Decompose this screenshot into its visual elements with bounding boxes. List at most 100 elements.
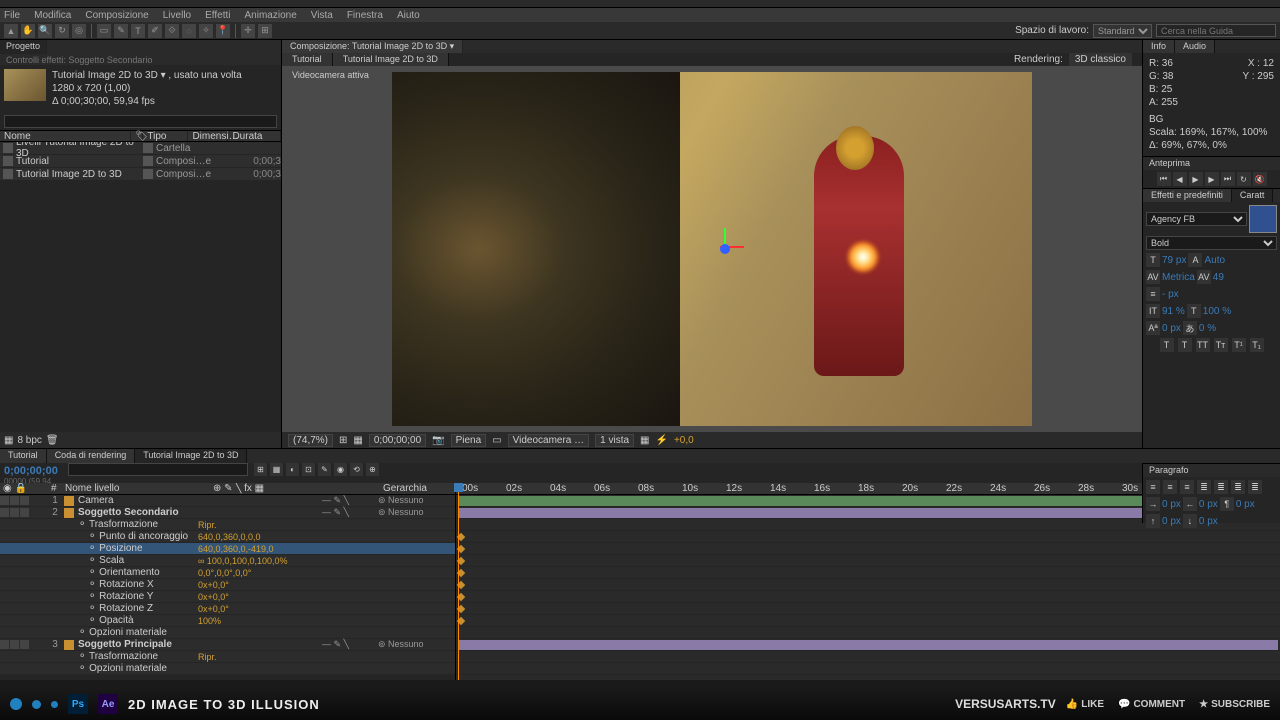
guides-icon[interactable]: ▦ (353, 435, 362, 446)
layer-row[interactable]: ⚬ TrasformazioneRipr. (0, 519, 455, 531)
tl-tool-icon[interactable]: ◉ (334, 463, 347, 476)
layer-row[interactable]: ⚬ Rotazione Y0x+0,0° (0, 591, 455, 603)
project-search[interactable] (4, 115, 277, 128)
clone-tool[interactable]: ⟐ (165, 24, 179, 38)
justify-right-button[interactable]: ≣ (1231, 480, 1245, 494)
snapshot-icon[interactable]: 📷 (432, 435, 444, 446)
track[interactable] (456, 627, 1280, 639)
eraser-tool[interactable]: ◌ (182, 24, 196, 38)
subscript-button[interactable]: T₁ (1250, 338, 1264, 352)
timeline-tab[interactable]: Tutorial (0, 449, 47, 463)
menu-file[interactable]: File (4, 10, 20, 21)
tsume[interactable]: 0 % (1199, 323, 1216, 334)
smallcaps-button[interactable]: Tт (1214, 338, 1228, 352)
tl-tool-icon[interactable]: ✎ (318, 463, 331, 476)
roi-icon[interactable]: ▭ (492, 435, 501, 446)
effects-tab[interactable]: Effetti e predefiniti (1143, 189, 1232, 202)
kerning[interactable]: Metrica (1162, 272, 1195, 283)
tl-tool-icon[interactable]: ⊞ (254, 463, 267, 476)
menu-finestra[interactable]: Finestra (347, 10, 383, 21)
track[interactable] (456, 615, 1280, 627)
tl-tool-icon[interactable]: ⟲ (350, 463, 363, 476)
current-time[interactable]: 0;00;00;00 (4, 465, 64, 477)
views-select[interactable]: 1 vista (595, 434, 634, 447)
track[interactable] (456, 651, 1280, 663)
layer-row[interactable]: 1Camera— ✎ ╲⊚ Nessuno (0, 495, 455, 507)
preview-panel-header[interactable]: Anteprima (1143, 157, 1280, 170)
menu-effetti[interactable]: Effetti (205, 10, 230, 21)
camera-tool[interactable]: ◎ (72, 24, 86, 38)
justify-all-button[interactable]: ≣ (1248, 480, 1262, 494)
layer-row[interactable]: ⚬ Opzioni materiale (0, 627, 455, 639)
track[interactable] (456, 531, 1280, 543)
layer-row[interactable]: ⚬ Punto di ancoraggio640,0,360,0,0,0 (0, 531, 455, 543)
comp-header-tab[interactable]: Composizione: Tutorial Image 2D to 3D ▾ (282, 40, 463, 53)
playhead[interactable] (458, 483, 459, 680)
roto-tool[interactable]: ✧ (199, 24, 213, 38)
like-button[interactable]: 👍 LIKE (1066, 699, 1104, 710)
menu-aiuto[interactable]: Aiuto (397, 10, 420, 21)
paragraph-tab[interactable]: Paragrafo (1143, 464, 1280, 477)
grid-icon[interactable]: ⊞ (339, 435, 347, 446)
baseline[interactable]: 0 px (1162, 323, 1181, 334)
pixel-aspect-icon[interactable]: ▦ (640, 435, 649, 446)
layer-row[interactable]: ⚬ Posizione640,0,360,0,-419,0 (0, 543, 455, 555)
character-tab[interactable]: Caratt (1232, 189, 1274, 202)
audio-tab[interactable]: Audio (1175, 40, 1215, 53)
timeline-tab-active[interactable]: Tutorial Image 2D to 3D (135, 449, 247, 463)
exposure-value[interactable]: +0,0 (674, 435, 694, 446)
preview-viewport[interactable]: Videocamera attiva (282, 66, 1142, 432)
tl-tool-icon[interactable]: ⊕ (366, 463, 379, 476)
col-dim[interactable]: Dimensi… (188, 131, 228, 141)
menu-livello[interactable]: Livello (163, 10, 191, 21)
tl-tool-icon[interactable]: ◐ (286, 463, 299, 476)
layer-row[interactable]: ⚬ Opacità100% (0, 615, 455, 627)
transform-gizmo[interactable] (706, 228, 746, 268)
indent-left[interactable]: 0 px (1162, 499, 1181, 510)
puppet-tool[interactable]: 📍 (216, 24, 230, 38)
track[interactable] (456, 591, 1280, 603)
menu-bar[interactable]: File Modifica Composizione Livello Effet… (0, 8, 1280, 22)
col-name[interactable]: Nome (0, 131, 131, 141)
render-mode[interactable]: 3D classico (1069, 53, 1132, 66)
next-frame-button[interactable]: ▶ (1205, 172, 1219, 186)
brush-tool[interactable]: ✐ (148, 24, 162, 38)
pen-tool[interactable]: ✎ (114, 24, 128, 38)
hand-tool[interactable]: ✋ (21, 24, 35, 38)
info-tab[interactable]: Info (1143, 40, 1175, 53)
snap-tool[interactable]: ⊞ (258, 24, 272, 38)
camera-select[interactable]: Videocamera … (508, 434, 590, 447)
workspace-select[interactable]: Standard (1093, 24, 1152, 38)
space-before[interactable]: 0 px (1162, 516, 1181, 527)
menu-animazione[interactable]: Animazione (245, 10, 297, 21)
superscript-button[interactable]: T¹ (1232, 338, 1246, 352)
bold-button[interactable]: T (1160, 338, 1174, 352)
track[interactable] (456, 579, 1280, 591)
track[interactable] (456, 603, 1280, 615)
vscale[interactable]: 91 % (1162, 306, 1185, 317)
rotate-tool[interactable]: ↻ (55, 24, 69, 38)
trash-icon[interactable]: 🗑 (46, 435, 59, 446)
help-search[interactable] (1156, 24, 1276, 37)
resolution-select[interactable]: Piena (451, 434, 487, 447)
menu-vista[interactable]: Vista (311, 10, 333, 21)
project-row[interactable]: Livelli Tutorial Image 2D to 3DCartella (0, 142, 281, 155)
selection-tool[interactable]: ▲ (4, 24, 18, 38)
project-row[interactable]: TutorialComposi…e0;00;3 (0, 155, 281, 168)
rect-tool[interactable]: ▭ (97, 24, 111, 38)
layer-row[interactable]: 3Soggetto Principale— ✎ ╲⊚ Nessuno (0, 639, 455, 651)
font-style-select[interactable]: Bold (1146, 236, 1277, 250)
prev-frame-button[interactable]: ◀ (1173, 172, 1187, 186)
zoom-tool[interactable]: 🔍 (38, 24, 52, 38)
menu-composizione[interactable]: Composizione (85, 10, 148, 21)
layer-row[interactable]: ⚬ Rotazione X0x+0,0° (0, 579, 455, 591)
play-button[interactable]: ▶ (1189, 172, 1203, 186)
col-dur[interactable]: Durata ogg (228, 131, 281, 141)
align-left-button[interactable]: ≡ (1146, 480, 1160, 494)
leading-auto[interactable]: Auto (1204, 255, 1225, 266)
timeline-search[interactable] (68, 463, 248, 476)
hscale[interactable]: 100 % (1203, 306, 1231, 317)
color-swatch[interactable] (1249, 205, 1277, 233)
time-display[interactable]: 0;00;00;00 (369, 434, 426, 447)
layer-row[interactable]: ⚬ Opzioni materiale (0, 663, 455, 675)
